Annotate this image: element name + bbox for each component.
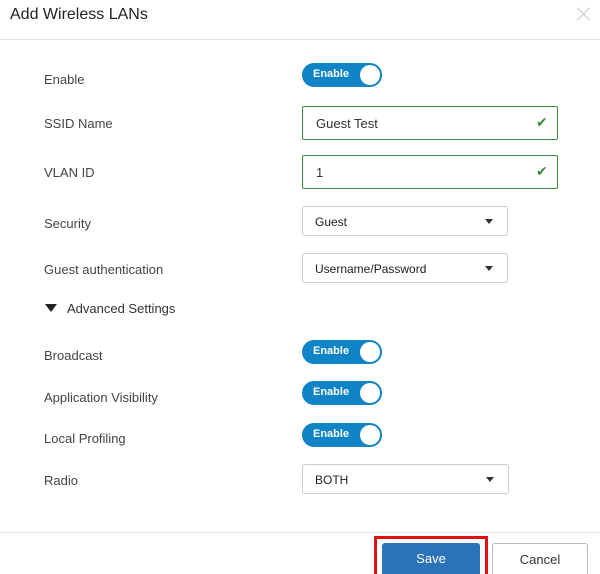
cancel-button[interactable]: Cancel [492,543,588,574]
add-wireless-lans-dialog: Add Wireless LANs Enable Enable SSID Nam… [0,0,600,574]
ssid-name-input[interactable] [302,106,558,140]
ssid-valid-checkmark-icon: ✔ [536,114,548,130]
chevron-down-icon [485,219,493,224]
application-visibility-label: Application Visibility [44,390,158,405]
security-selected-value: Guest [315,215,348,229]
vlan-id-input[interactable] [302,155,558,189]
security-label: Security [44,216,91,231]
enable-toggle-text: Enable [313,68,350,80]
security-select[interactable]: Guest [302,206,508,236]
toggle-knob-icon [360,65,380,85]
triangle-down-icon [45,304,57,312]
radio-label: Radio [44,473,78,488]
enable-label: Enable [44,72,85,87]
toggle-knob-icon [360,342,380,362]
vlan-valid-checkmark-icon: ✔ [536,163,548,179]
guest-authentication-label: Guest authentication [44,262,164,277]
chevron-down-icon [485,266,493,271]
enable-toggle[interactable]: Enable [302,63,382,87]
local-profiling-toggle[interactable]: Enable [302,423,382,447]
broadcast-toggle[interactable]: Enable [302,340,382,364]
guest-authentication-selected-value: Username/Password [315,262,427,276]
vlan-id-label: VLAN ID [44,165,95,180]
local-profiling-toggle-text: Enable [313,428,350,440]
application-visibility-toggle[interactable]: Enable [302,381,382,405]
application-visibility-toggle-text: Enable [313,386,350,398]
dialog-header: Add Wireless LANs [0,0,600,40]
broadcast-label: Broadcast [44,348,103,363]
advanced-settings-label: Advanced Settings [67,301,176,316]
broadcast-toggle-text: Enable [313,345,350,357]
toggle-knob-icon [360,383,380,403]
radio-selected-value: BOTH [315,473,349,487]
toggle-knob-icon [360,425,380,445]
chevron-down-icon [486,477,494,482]
radio-select[interactable]: BOTH [302,464,509,494]
guest-authentication-select[interactable]: Username/Password [302,253,508,283]
ssid-name-label: SSID Name [44,116,113,131]
local-profiling-label: Local Profiling [44,431,126,446]
dialog-title: Add Wireless LANs [10,6,148,23]
close-icon[interactable] [576,6,592,22]
save-button[interactable]: Save [382,543,480,574]
